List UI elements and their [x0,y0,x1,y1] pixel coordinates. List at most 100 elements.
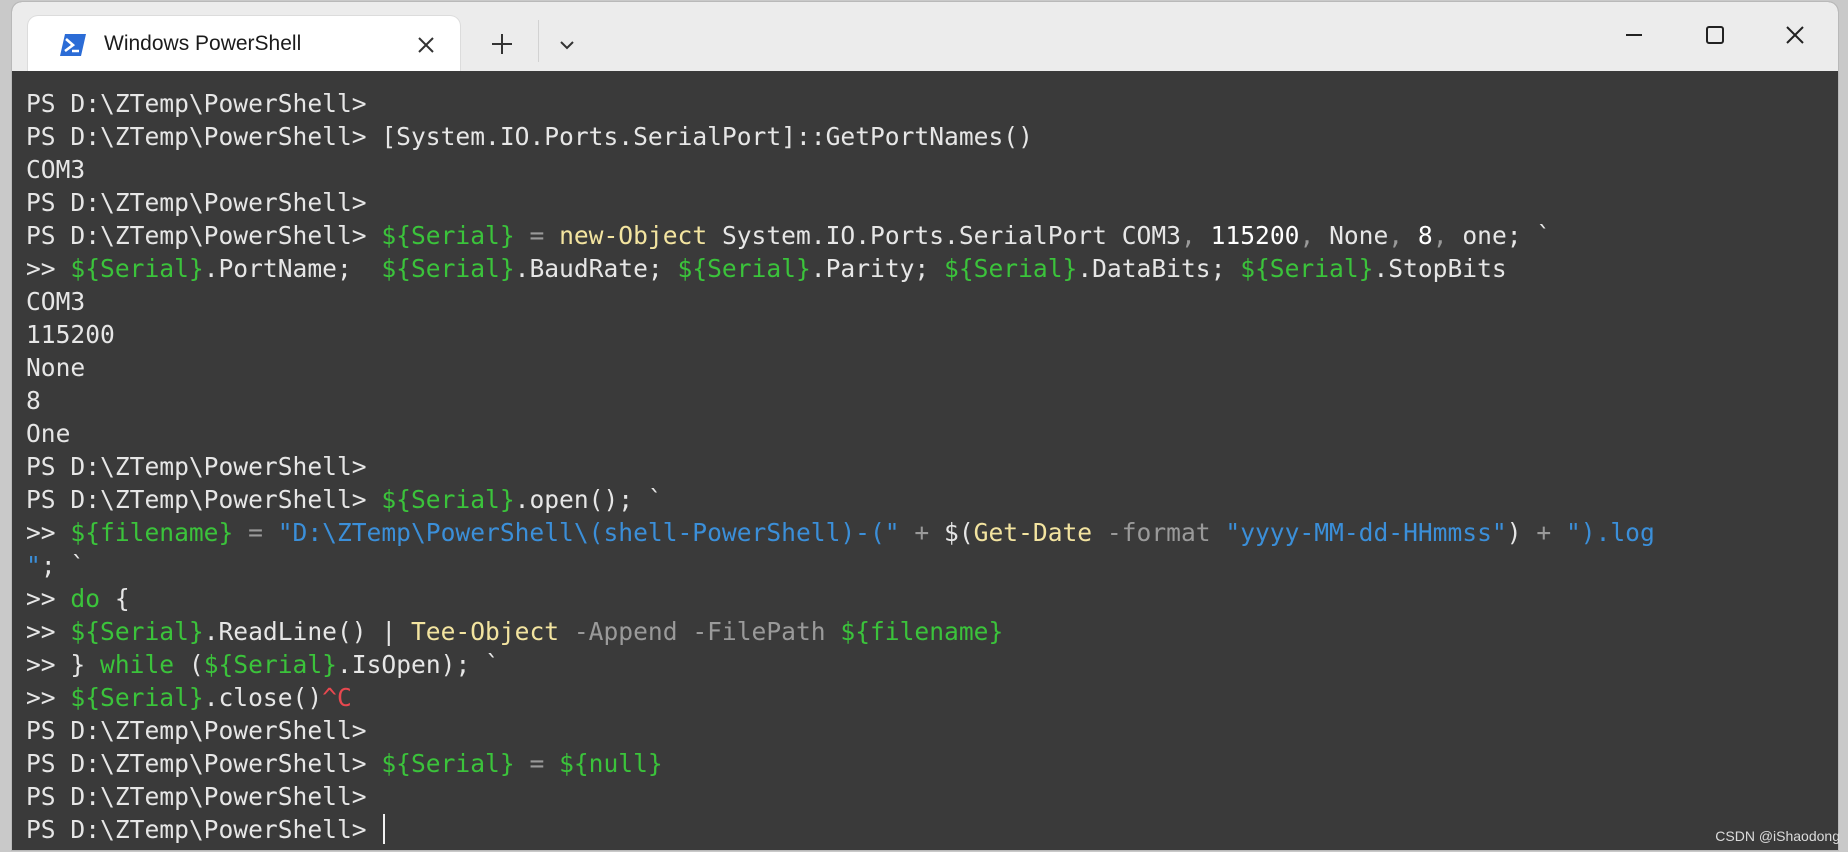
token-var: ${null} [559,749,663,778]
token-prompt: PS D:\ZTemp\PowerShell> [26,122,382,151]
terminal-line: "; ` [26,549,1824,582]
token-plain: .DataBits; [1077,254,1241,283]
terminal-line: PS D:\ZTemp\PowerShell> [26,714,1824,747]
token-plain: None [26,353,86,382]
terminal-line: PS D:\ZTemp\PowerShell> ${Serial} = new-… [26,219,1824,252]
token-prompt: >> [26,683,71,712]
token-var: ${Serial} [203,650,337,679]
token-num: 115200 [1210,221,1300,250]
token-var: ${Serial} [70,254,204,283]
terminal-line: PS D:\ZTemp\PowerShell> [System.IO.Ports… [26,120,1824,153]
terminal-line: 8 [26,384,1824,417]
token-prompt: PS D:\ZTemp\PowerShell> [26,452,382,481]
tab-title: Windows PowerShell [104,32,302,55]
token-var: ${Serial} [381,254,515,283]
token-op: = [233,518,278,547]
maximize-icon [1706,26,1724,44]
tab-separator [538,20,539,62]
token-plain: ( [174,650,204,679]
token-cmd: Get-Date [973,518,1093,547]
terminal-line: >> ${Serial}.close()^C [26,681,1824,714]
watermark: CSDN @iShaodong [1715,828,1840,844]
terminal-line: >> ${filename} = "D:\ZTemp\PowerShell\(s… [26,516,1824,549]
terminal-line: COM3 [26,153,1824,186]
token-op: , [1180,221,1211,250]
tab-dropdown-button[interactable] [552,30,582,60]
token-str: ").log [1565,518,1655,547]
terminal-line: >> do { [26,582,1824,615]
token-plain: .Parity; [810,254,945,283]
maximize-button[interactable] [1680,12,1750,58]
token-plain: [System.IO.Ports.SerialPort]::GetPortNam… [381,122,1033,151]
token-var: ${Serial} [677,254,811,283]
token-plain: $( [944,518,974,547]
close-icon [1786,26,1804,44]
token-plain: .StopBits [1373,254,1507,283]
token-str: "D:\ZTemp\PowerShell\(shell-PowerShell)-… [277,518,900,547]
token-var: ${filename} [70,518,234,547]
terminal-line: 115200 [26,318,1824,351]
token-prompt: PS D:\ZTemp\PowerShell> [26,782,382,811]
token-prompt: PS D:\ZTemp\PowerShell> [26,89,382,118]
new-tab-button[interactable] [484,26,520,62]
token-var: ${Serial} [944,254,1078,283]
token-plain: .close() [203,683,323,712]
token-prompt: PS D:\ZTemp\PowerShell> [26,749,382,778]
token-op: + [899,518,945,547]
token-prompt: PS D:\ZTemp\PowerShell> [26,221,382,250]
minimize-button[interactable] [1599,12,1669,58]
token-plain: .open(); ` [514,485,663,514]
token-plain: None [1329,221,1389,250]
token-param: -Append -FilePath [559,617,841,646]
terminal-line: PS D:\ZTemp\PowerShell> [26,87,1824,120]
token-prompt: PS D:\ZTemp\PowerShell> [26,485,382,514]
title-bar: Windows PowerShell [12,2,1838,71]
token-op: + [1521,518,1566,547]
terminal-output: PS D:\ZTemp\PowerShell> PS D:\ZTemp\Powe… [26,87,1824,846]
token-num: 8 [1417,221,1433,250]
token-param: -format [1092,518,1226,547]
terminal-window: Windows PowerShell PS D:\ZTemp\PowerShel… [12,2,1838,850]
terminal-line: None [26,351,1824,384]
token-prompt: PS D:\ZTemp\PowerShell> [26,815,382,844]
token-var: ${Serial} [381,221,515,250]
token-prompt: >> [26,617,71,646]
chevron-down-icon [560,41,574,50]
terminal-area[interactable]: PS D:\ZTemp\PowerShell> PS D:\ZTemp\Powe… [12,71,1838,850]
token-plain: ; ` [40,551,86,580]
token-prompt: PS D:\ZTemp\PowerShell> [26,188,382,217]
powershell-icon [60,34,86,56]
terminal-line: PS D:\ZTemp\PowerShell> ${Serial} = ${nu… [26,747,1824,780]
token-cmd: Tee-Object [410,617,560,646]
token-prompt: >> [26,650,71,679]
terminal-line: >> } while (${Serial}.IsOpen); ` [26,648,1824,681]
token-plain: .BaudRate; [514,254,678,283]
token-prompt: PS D:\ZTemp\PowerShell> [26,716,382,745]
token-prompt: >> [26,584,71,613]
tab-close-icon[interactable] [414,33,438,57]
token-str: "yyyy-MM-dd-HHmmss" [1225,518,1507,547]
terminal-line: PS D:\ZTemp\PowerShell> ${Serial}.open()… [26,483,1824,516]
token-plain: } [70,650,101,679]
minimize-icon [1626,34,1642,36]
close-window-button[interactable] [1760,12,1830,58]
token-plain: 8 [26,386,41,415]
token-str: " [26,551,41,580]
token-var: ${Serial} [70,683,204,712]
token-var: ${Serial} [381,749,515,778]
tab-windows-powershell[interactable]: Windows PowerShell [28,16,460,71]
token-var: ${filename} [840,617,1004,646]
token-prompt: >> [26,518,71,547]
terminal-line: PS D:\ZTemp\PowerShell> [26,780,1824,813]
token-plain: { [100,584,130,613]
plus-icon [492,34,512,54]
token-plain: one; ` [1462,221,1552,250]
terminal-line: PS D:\ZTemp\PowerShell> [26,813,1824,846]
token-var: ${Serial} [381,485,515,514]
token-op: , [1432,221,1463,250]
token-plain: One [26,419,71,448]
token-kw: while [100,650,175,679]
text-cursor [383,814,386,844]
terminal-line: One [26,417,1824,450]
token-prompt: >> [26,254,71,283]
